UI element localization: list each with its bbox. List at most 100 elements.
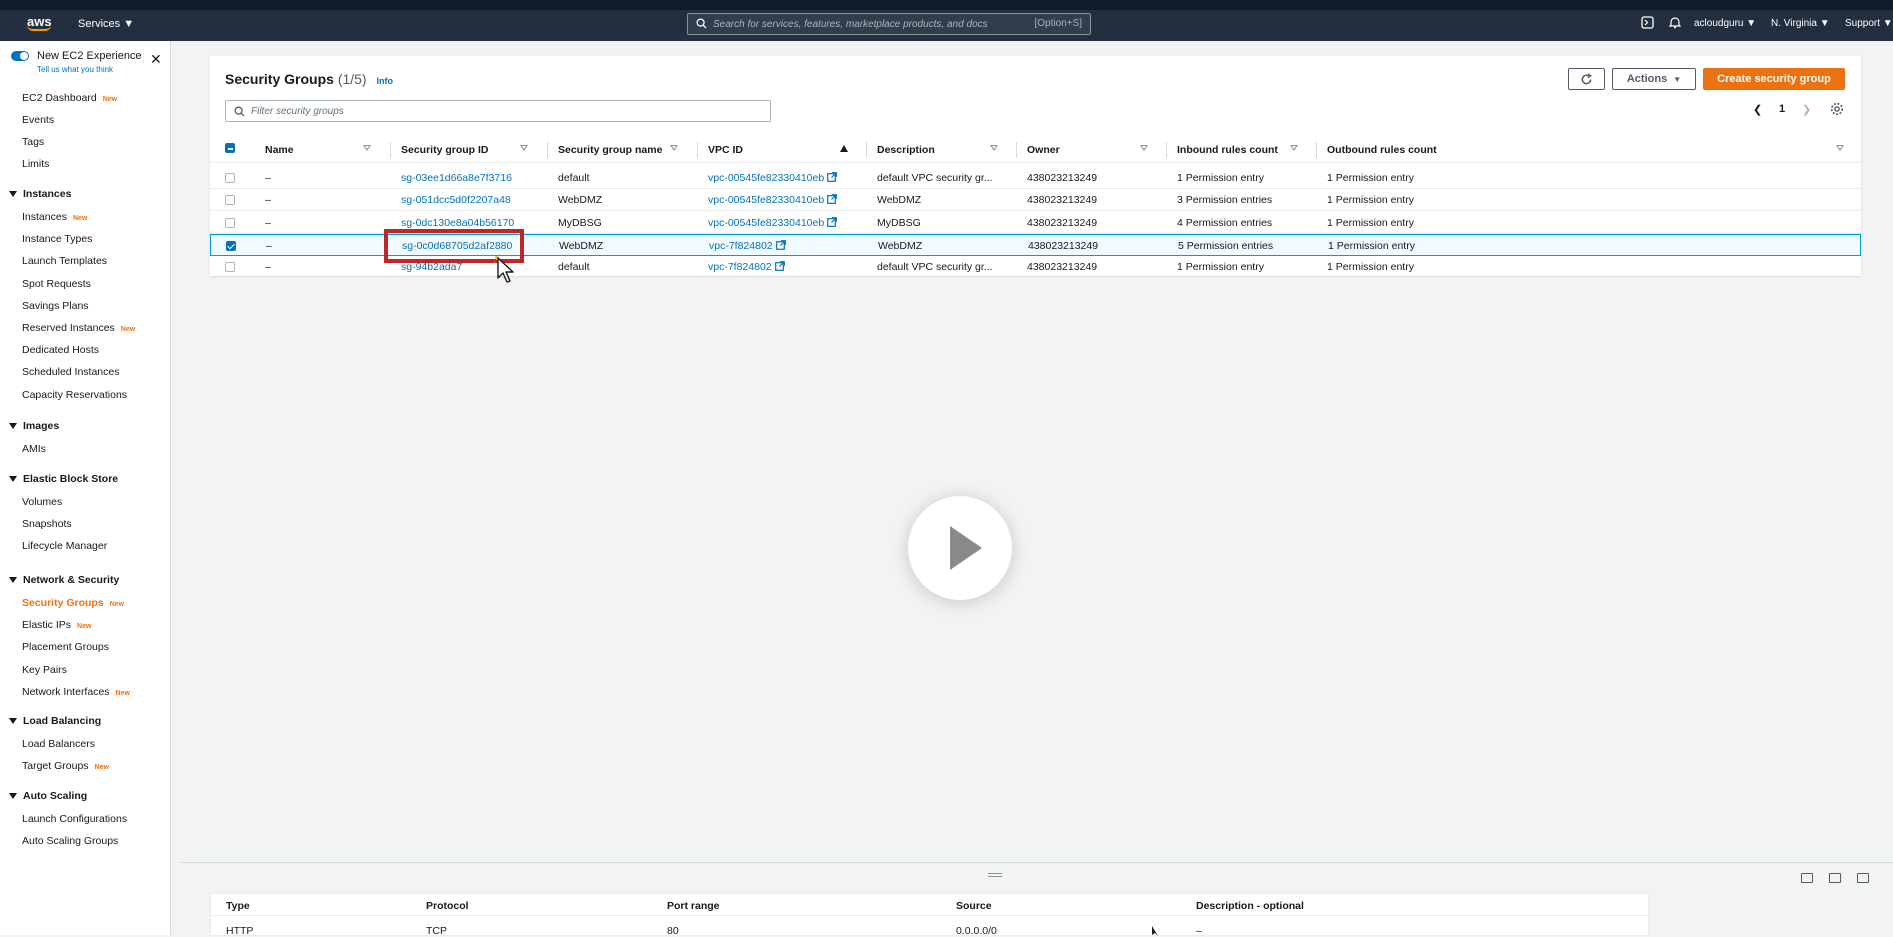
sort-icon[interactable] <box>990 145 998 151</box>
sidebar-item[interactable]: Limits <box>22 158 49 170</box>
sidebar-item[interactable]: Snapshots <box>22 518 72 530</box>
global-search[interactable]: Search for services, features, marketpla… <box>687 13 1091 35</box>
caret-down-icon <box>9 191 17 198</box>
column-header[interactable]: Outbound rules count <box>1327 144 1437 156</box>
sidebar-item[interactable]: AMIs <box>22 443 46 455</box>
new-experience-toggle[interactable] <box>11 51 29 61</box>
sidebar-item[interactable]: Key Pairs <box>22 664 67 676</box>
cloudshell-icon[interactable] <box>1641 16 1654 29</box>
sort-icon[interactable] <box>670 145 678 151</box>
services-menu[interactable]: Services ▼ <box>78 18 134 30</box>
next-page-icon[interactable]: ❯ <box>1802 103 1811 116</box>
row-checkbox[interactable] <box>225 173 235 183</box>
vpc-id-link[interactable]: vpc-00545fe82330410eb <box>708 172 838 184</box>
filter-placeholder: Filter security groups <box>251 105 344 117</box>
sidebar-section-header[interactable]: Instances <box>9 188 71 200</box>
sort-icon[interactable] <box>520 145 528 151</box>
bell-icon[interactable] <box>1669 16 1681 29</box>
sidebar-section-header[interactable]: Auto Scaling <box>9 790 87 802</box>
vpc-id-link[interactable]: vpc-7f824802 <box>708 261 785 273</box>
sidebar-item[interactable]: Dedicated Hosts <box>22 344 99 356</box>
sidebar-item[interactable]: Reserved Instances New <box>22 322 135 334</box>
sidebar-item[interactable]: Launch Templates <box>22 255 107 267</box>
sidebar-item[interactable]: Instances New <box>22 211 87 223</box>
row-checkbox[interactable] <box>225 195 235 205</box>
previous-page-icon[interactable]: ❮ <box>1753 103 1762 116</box>
panel-float-icon[interactable] <box>1857 873 1869 883</box>
sidebar-item[interactable]: Network Interfaces New <box>22 686 130 698</box>
security-group-id-link[interactable]: sg-051dcc5d0f2207a48 <box>401 194 511 206</box>
vpc-id-link[interactable]: vpc-00545fe82330410eb <box>708 194 838 206</box>
sidebar-item[interactable]: Elastic IPs New <box>22 619 91 631</box>
external-link-icon <box>775 240 786 250</box>
sidebar-item[interactable]: Lifecycle Manager <box>22 540 107 552</box>
sidebar-section-header[interactable]: Elastic Block Store <box>9 473 118 485</box>
info-link[interactable]: Info <box>377 76 394 86</box>
refresh-button[interactable] <box>1568 68 1605 90</box>
select-all-checkbox[interactable] <box>225 143 235 153</box>
sidebar-section-header[interactable]: Network & Security <box>9 574 119 586</box>
cell-text: sg-051dcc5d0f2207a48 <box>401 194 511 206</box>
new-badge: New <box>115 690 130 697</box>
sidebar-item[interactable]: Events <box>22 114 54 126</box>
sidebar-section-header[interactable]: Images <box>9 420 59 432</box>
column-header[interactable]: Inbound rules count <box>1177 144 1278 156</box>
security-group-id-link[interactable]: sg-03ee1d66a8e7f3716 <box>401 172 512 184</box>
sidebar-item[interactable]: EC2 Dashboard New <box>22 92 117 104</box>
column-header[interactable]: VPC ID <box>708 144 743 156</box>
sidebar-item[interactable]: Security Groups New <box>22 597 124 609</box>
row-checkbox[interactable] <box>225 218 235 228</box>
sort-ascending-icon[interactable] <box>840 145 848 152</box>
sidebar-item[interactable]: Placement Groups <box>22 641 109 653</box>
account-menu[interactable]: acloudguru ▼ <box>1694 18 1756 29</box>
video-play-button[interactable] <box>908 496 1012 600</box>
cell-text: 4 Permission entries <box>1177 217 1273 229</box>
sort-icon[interactable] <box>1836 145 1844 151</box>
sort-icon[interactable] <box>1290 145 1298 151</box>
region-menu[interactable]: N. Virginia ▼ <box>1771 18 1830 29</box>
row-checkbox[interactable] <box>225 262 235 272</box>
feedback-link[interactable]: Tell us what you think <box>37 65 113 74</box>
column-header[interactable]: Security group ID <box>401 144 489 156</box>
table-row[interactable]: – sg-051dcc5d0f2207a48 WebDMZ vpc-00545fe82… <box>210 189 1861 211</box>
panel-bottom-icon[interactable] <box>1801 873 1813 883</box>
current-page[interactable]: 1 <box>1779 103 1785 115</box>
actions-button[interactable]: Actions ▼ <box>1612 68 1696 90</box>
panel-side-icon[interactable] <box>1829 873 1841 883</box>
cell-group-name: default <box>558 172 590 184</box>
sidebar-item[interactable]: Load Balancers <box>22 738 95 750</box>
sidebar-item[interactable]: Scheduled Instances <box>22 366 119 378</box>
table-header: Name Security group ID Security group name… <box>210 137 1861 163</box>
sidebar-item[interactable]: Volumes <box>22 496 62 508</box>
security-group-id-link[interactable]: sg-0dc130e8a04b56170 <box>401 217 514 229</box>
vpc-id-link[interactable]: vpc-7f824802 <box>709 240 786 252</box>
column-header[interactable]: Owner <box>1027 144 1060 156</box>
sort-icon[interactable] <box>363 145 371 151</box>
settings-gear-icon[interactable] <box>1830 102 1844 116</box>
table-row[interactable]: – sg-03ee1d66a8e7f3716 default vpc-00545fe8… <box>210 167 1861 189</box>
aws-logo[interactable]: aws <box>27 14 55 38</box>
resize-handle-icon[interactable] <box>988 873 1002 877</box>
sidebar-item[interactable]: Savings Plans <box>22 300 89 312</box>
sidebar-item[interactable]: Capacity Reservations <box>22 389 127 401</box>
column-header[interactable]: Security group name <box>558 144 662 156</box>
create-security-group-button[interactable]: Create security group <box>1703 68 1845 90</box>
cell-text: WebDMZ <box>877 194 922 206</box>
sidebar-item[interactable]: Instance Types <box>22 233 92 245</box>
column-header[interactable]: Name <box>265 144 294 156</box>
sidebar-item[interactable]: Auto Scaling Groups <box>22 835 118 847</box>
vpc-id-link[interactable]: vpc-00545fe82330410eb <box>708 217 838 229</box>
close-icon[interactable]: ✕ <box>150 51 162 68</box>
filter-input[interactable]: Filter security groups <box>225 100 771 122</box>
sidebar-section-header[interactable]: Load Balancing <box>9 715 101 727</box>
sidebar-item[interactable]: Tags <box>22 136 44 148</box>
sidebar-item-label: Capacity Reservations <box>22 389 128 401</box>
support-menu[interactable]: Support ▼ <box>1845 18 1893 29</box>
sidebar-item[interactable]: Launch Configurations <box>22 813 127 825</box>
sidebar-item[interactable]: Target Groups New <box>22 760 109 772</box>
sort-icon[interactable] <box>1140 145 1148 151</box>
column-header[interactable]: Description <box>877 144 935 156</box>
row-checkbox[interactable] <box>226 241 236 251</box>
sidebar-item[interactable]: Spot Requests <box>22 278 91 290</box>
sidebar-section-title: Elastic Block Store <box>23 473 119 485</box>
